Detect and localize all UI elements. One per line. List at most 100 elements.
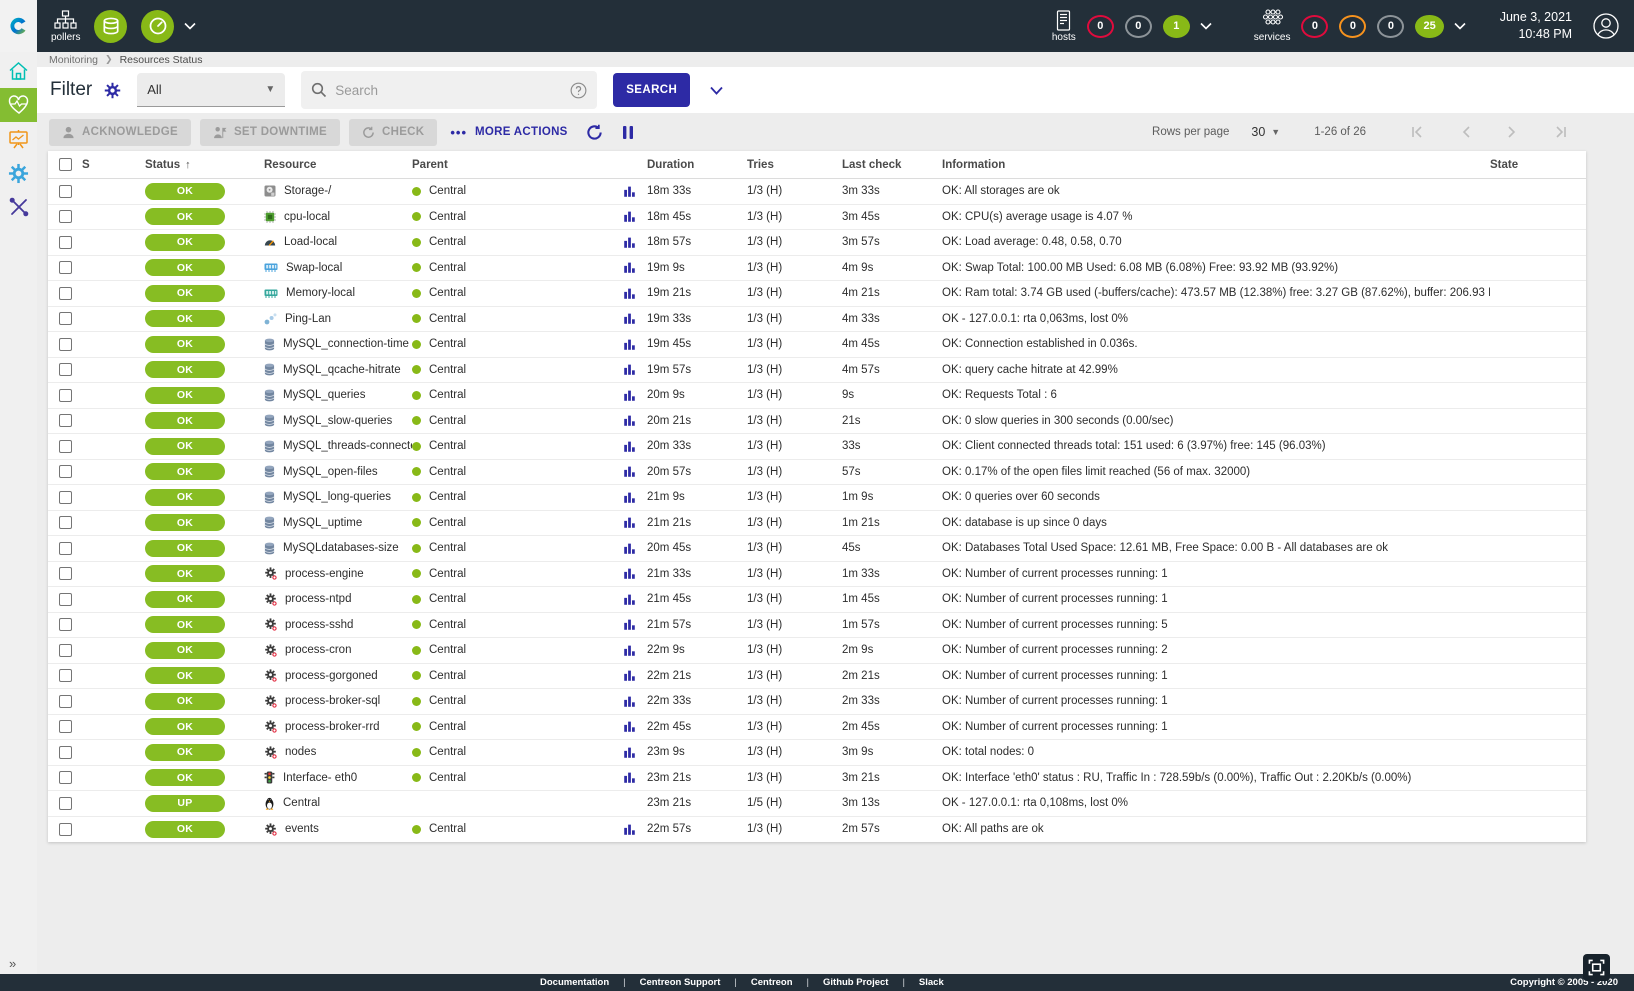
sidebar-item-administration[interactable] <box>0 190 37 224</box>
row-checkbox[interactable] <box>48 644 82 657</box>
services-unknown-counter[interactable]: 0 <box>1377 15 1404 38</box>
table-row[interactable]: OKprocess-engineCentral21m 33s1/3 (H)1m … <box>48 562 1586 588</box>
set-downtime-button[interactable]: SET DOWNTIME <box>200 119 340 146</box>
graph-icon[interactable] <box>623 618 636 631</box>
first-page-button[interactable] <box>1392 125 1443 139</box>
services-ok-counter[interactable]: 25 <box>1415 15 1443 38</box>
resource-name[interactable]: cpu-local <box>284 211 330 223</box>
last-page-button[interactable] <box>1535 125 1586 139</box>
resource-name[interactable]: MySQLdatabases-size <box>283 542 399 554</box>
previous-page-button[interactable] <box>1443 125 1489 139</box>
column-header-state[interactable]: State <box>1490 159 1586 171</box>
table-row[interactable]: OKLoad-localCentral18m 57s1/3 (H)3m 57sO… <box>48 230 1586 256</box>
resource-name[interactable]: MySQL_connection-time <box>283 338 409 350</box>
centreon-logo[interactable] <box>0 0 37 52</box>
select-all-checkbox[interactable] <box>48 158 82 171</box>
graph-icon[interactable] <box>623 542 636 555</box>
hosts-unreachable-counter[interactable]: 0 <box>1125 15 1152 38</box>
resource-name[interactable]: process-gorgoned <box>285 670 378 682</box>
row-checkbox[interactable] <box>48 210 82 223</box>
table-row[interactable]: OKprocess-cronCentral22m 9s1/3 (H)2m 9sO… <box>48 638 1586 664</box>
footer-link[interactable]: Slack <box>919 977 944 988</box>
row-checkbox[interactable] <box>48 823 82 836</box>
graph-icon[interactable] <box>623 669 636 682</box>
footer-link[interactable]: Centreon Support <box>640 977 721 988</box>
row-checkbox[interactable] <box>48 695 82 708</box>
parent-cell[interactable]: Central <box>412 772 612 784</box>
row-checkbox[interactable] <box>48 185 82 198</box>
graph-icon[interactable] <box>623 440 636 453</box>
row-checkbox[interactable] <box>48 338 82 351</box>
row-checkbox[interactable] <box>48 363 82 376</box>
row-checkbox[interactable] <box>48 287 82 300</box>
graph-icon[interactable] <box>623 389 636 402</box>
resource-name[interactable]: MySQL_threads-connected <box>283 440 412 452</box>
check-button[interactable]: CHECK <box>349 119 437 146</box>
row-checkbox[interactable] <box>48 618 82 631</box>
row-checkbox[interactable] <box>48 236 82 249</box>
column-header-information[interactable]: Information <box>942 159 1490 171</box>
graph-icon[interactable] <box>623 414 636 427</box>
graph-icon[interactable] <box>623 261 636 274</box>
row-checkbox[interactable] <box>48 669 82 682</box>
resource-name[interactable]: MySQL_long-queries <box>283 491 391 503</box>
row-checkbox[interactable] <box>48 771 82 784</box>
table-row[interactable]: OKMySQLdatabases-sizeCentral20m 45s1/3 (… <box>48 536 1586 562</box>
table-row[interactable]: OKMySQL_open-filesCentral20m 57s1/3 (H)5… <box>48 460 1586 486</box>
column-header-parent[interactable]: Parent <box>412 159 612 171</box>
services-critical-counter[interactable]: 0 <box>1301 15 1328 38</box>
hosts-down-counter[interactable]: 0 <box>1087 15 1114 38</box>
table-row[interactable]: OKPing-LanCentral19m 33s1/3 (H)4m 33sOK … <box>48 307 1586 333</box>
database-status-badge[interactable] <box>94 10 127 43</box>
resource-name[interactable]: events <box>285 823 319 835</box>
table-row[interactable]: OKMySQL_qcache-hitrateCentral19m 57s1/3 … <box>48 358 1586 384</box>
resource-name[interactable]: process-sshd <box>285 619 353 631</box>
table-row[interactable]: OKprocess-sshdCentral21m 57s1/3 (H)1m 57… <box>48 613 1586 639</box>
table-row[interactable]: OKprocess-ntpdCentral21m 45s1/3 (H)1m 45… <box>48 587 1586 613</box>
parent-cell[interactable]: Central <box>412 542 612 554</box>
row-checkbox[interactable] <box>48 491 82 504</box>
parent-cell[interactable]: Central <box>412 389 612 401</box>
breadcrumb-monitoring[interactable]: Monitoring <box>49 54 98 66</box>
graph-icon[interactable] <box>623 644 636 657</box>
resource-name[interactable]: process-broker-rrd <box>285 721 380 733</box>
user-profile-button[interactable] <box>1592 12 1620 40</box>
acknowledge-button[interactable]: ACKNOWLEDGE <box>49 119 191 146</box>
search-input[interactable] <box>335 83 570 98</box>
resource-name[interactable]: MySQL_qcache-hitrate <box>283 364 401 376</box>
parent-cell[interactable]: Central <box>412 670 612 682</box>
table-row[interactable]: OKprocess-gorgonedCentral22m 21s1/3 (H)2… <box>48 664 1586 690</box>
graph-icon[interactable] <box>623 287 636 300</box>
filter-type-select[interactable]: All ▼ <box>137 73 285 107</box>
table-row[interactable]: OKMySQL_long-queriesCentral21m 9s1/3 (H)… <box>48 485 1586 511</box>
hosts-menu[interactable]: hosts <box>1052 10 1076 43</box>
table-row[interactable]: OKMySQL_slow-queriesCentral20m 21s1/3 (H… <box>48 409 1586 435</box>
column-header-severity[interactable]: S <box>82 159 127 171</box>
resource-name[interactable]: nodes <box>285 746 316 758</box>
pollers-menu[interactable]: pollers <box>51 10 80 43</box>
refresh-button[interactable] <box>586 124 603 141</box>
breadcrumb-resources-status[interactable]: Resources Status <box>120 54 203 66</box>
graph-icon[interactable] <box>623 746 636 759</box>
row-checkbox[interactable] <box>48 797 82 810</box>
footer-link[interactable]: Centreon <box>751 977 793 988</box>
graph-icon[interactable] <box>623 210 636 223</box>
graph-icon[interactable] <box>623 516 636 529</box>
resource-name[interactable]: Interface- eth0 <box>283 772 357 784</box>
table-row[interactable]: OKStorage-/Central18m 33s1/3 (H)3m 33sOK… <box>48 179 1586 205</box>
services-warning-counter[interactable]: 0 <box>1339 15 1366 38</box>
table-row[interactable]: OKnodesCentral23m 9s1/3 (H)3m 9sOK: tota… <box>48 740 1586 766</box>
row-checkbox[interactable] <box>48 389 82 402</box>
row-checkbox[interactable] <box>48 746 82 759</box>
row-checkbox[interactable] <box>48 414 82 427</box>
sidebar-item-monitoring[interactable] <box>0 88 37 122</box>
resource-name[interactable]: MySQL_slow-queries <box>283 415 392 427</box>
table-row[interactable]: OKMySQL_threads-connectedCentral20m 33s1… <box>48 434 1586 460</box>
footer-link[interactable]: Documentation <box>540 977 609 988</box>
column-header-last-check[interactable]: Last check <box>842 159 942 171</box>
parent-cell[interactable]: Central <box>412 211 612 223</box>
row-checkbox[interactable] <box>48 720 82 733</box>
table-row[interactable]: OKcpu-localCentral18m 45s1/3 (H)3m 45sOK… <box>48 205 1586 231</box>
more-actions-button[interactable]: ••• MORE ACTIONS <box>450 125 567 140</box>
table-row[interactable]: OKSwap-localCentral19m 9s1/3 (H)4m 9sOK:… <box>48 256 1586 282</box>
